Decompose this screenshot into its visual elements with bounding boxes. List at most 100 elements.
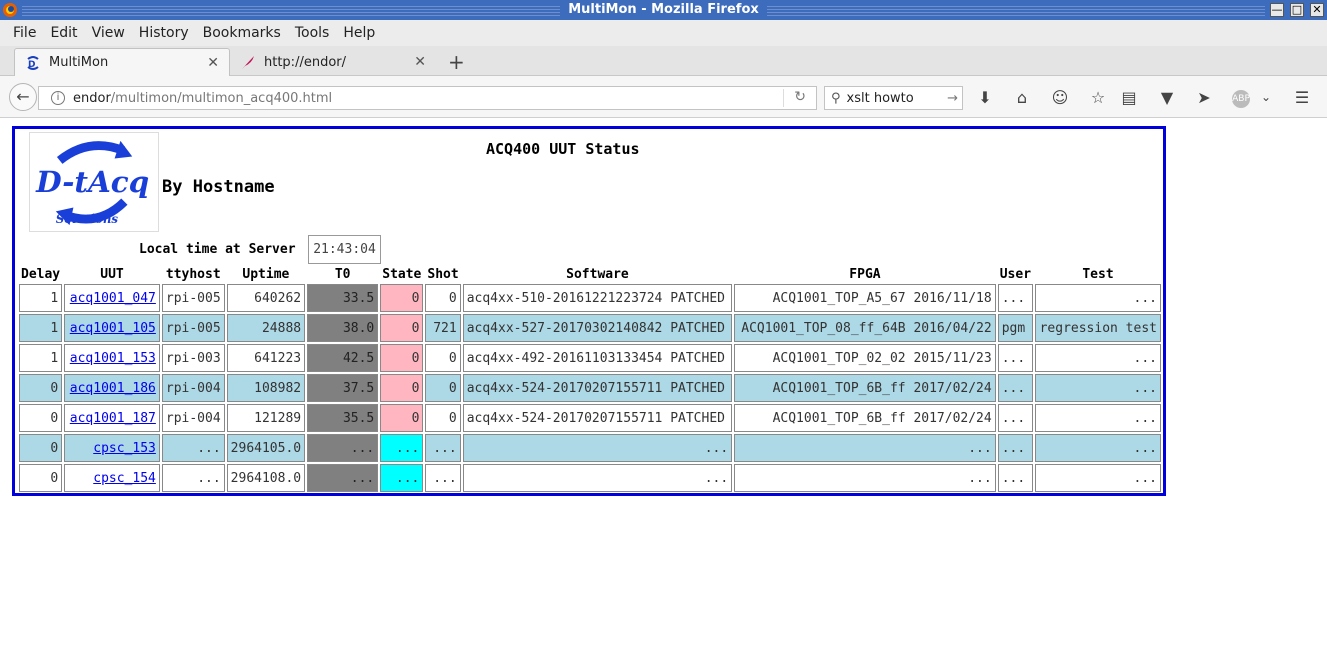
t0-cell: 35.5 <box>307 404 379 432</box>
status-panel: D-tAcq Solutions ACQ400 UUT Status By Ho… <box>12 126 1166 496</box>
user-cell: ... <box>997 434 1034 462</box>
col-uptime: Uptime <box>242 267 290 282</box>
shot-cell: 0 <box>425 404 461 432</box>
go-arrow-icon[interactable]: → <box>947 91 958 106</box>
software-cell: ... <box>462 434 733 462</box>
close-icon[interactable]: ✕ <box>1310 3 1324 17</box>
chat-icon[interactable]: ☺ <box>1050 88 1070 107</box>
uut-link[interactable]: cpsc_153 <box>93 441 156 456</box>
menu-edit[interactable]: Edit <box>50 25 77 41</box>
test-cell: ... <box>1035 344 1161 372</box>
uut-link[interactable]: acq1001_186 <box>70 381 156 396</box>
table-header-row: Delay UUT ttyhost Uptime T0 State Shot S… <box>19 268 1161 282</box>
search-bar[interactable]: ⚲ xslt howto → <box>824 86 963 110</box>
fpga-cell: ... <box>734 464 996 492</box>
chevron-down-icon[interactable]: ⌄ <box>1256 90 1276 104</box>
uut-cell: cpsc_154 <box>64 464 160 492</box>
menu-file[interactable]: File <box>13 25 36 41</box>
software-cell: ... <box>462 464 733 492</box>
page-subtitle: By Hostname <box>162 177 275 197</box>
uut-link[interactable]: cpsc_154 <box>93 471 156 486</box>
ttyhost-cell: rpi-005 <box>161 284 225 312</box>
state-cell: 0 <box>380 314 424 342</box>
state-cell: 0 <box>380 404 424 432</box>
back-arrow-icon[interactable]: ← <box>9 83 37 111</box>
software-cell: acq4xx-524-20170207155711 PATCHED <box>462 374 733 402</box>
url-bar[interactable]: i endor/multimon/multimon_acq400.html ↻ <box>38 86 817 110</box>
fpga-cell: ACQ1001_TOP_6B_ff 2017/02/24 <box>734 374 996 402</box>
uut-link[interactable]: acq1001_153 <box>70 351 156 366</box>
menu-bar: File Edit View History Bookmarks Tools H… <box>0 20 1327 46</box>
ttyhost-cell: rpi-004 <box>161 404 225 432</box>
close-tab-icon[interactable]: ✕ <box>414 54 426 70</box>
state-cell: 0 <box>380 374 424 402</box>
ttyhost-cell: rpi-003 <box>161 344 225 372</box>
state-cell: ... <box>380 464 424 492</box>
menu-bookmarks[interactable]: Bookmarks <box>203 25 281 41</box>
pocket-icon[interactable]: ▼ <box>1157 88 1177 107</box>
col-uut: UUT <box>100 267 124 282</box>
tab-multimon[interactable]: D MultiMon ✕ <box>14 48 230 76</box>
page-content: D-tAcq Solutions ACQ400 UUT Status By Ho… <box>0 118 1327 655</box>
user-cell: ... <box>997 404 1034 432</box>
menu-icon[interactable]: ☰ <box>1292 88 1312 107</box>
star-icon[interactable]: ☆ <box>1088 88 1108 107</box>
search-input[interactable]: xslt howto <box>847 91 914 106</box>
local-time-value: 21:43:04 <box>308 235 381 264</box>
adblock-icon[interactable]: ABP <box>1232 90 1250 108</box>
delay-cell: 0 <box>19 404 63 432</box>
new-tab-button[interactable]: + <box>448 50 465 74</box>
menu-history[interactable]: History <box>139 25 189 41</box>
downloads-icon[interactable]: ⬇ <box>975 88 995 107</box>
ttyhost-cell: rpi-005 <box>161 314 225 342</box>
table-row: 0 acq1001_186 rpi-004 108982 37.5 0 0 ac… <box>19 374 1161 402</box>
ttyhost-cell: ... <box>161 464 225 492</box>
uptime-cell: 640262 <box>226 284 306 312</box>
user-cell: ... <box>997 374 1034 402</box>
user-cell: pgm <box>997 314 1034 342</box>
uut-link[interactable]: acq1001_047 <box>70 291 156 306</box>
test-cell: regression test <box>1035 314 1161 342</box>
user-cell: ... <box>997 464 1034 492</box>
uptime-cell: 24888 <box>226 314 306 342</box>
table-row: 1 acq1001_105 rpi-005 24888 38.0 0 721 a… <box>19 314 1161 342</box>
uut-cell: acq1001_187 <box>64 404 160 432</box>
info-icon[interactable]: i <box>51 91 65 105</box>
multimon-tab-icon: D <box>27 55 39 70</box>
state-cell: 0 <box>380 284 424 312</box>
shot-cell: ... <box>425 464 461 492</box>
delay-cell: 1 <box>19 314 63 342</box>
table-row: 0 cpsc_153 ... 2964105.0 ... ... ... ...… <box>19 434 1161 462</box>
menu-view[interactable]: View <box>92 25 125 41</box>
uut-link[interactable]: acq1001_105 <box>70 321 156 336</box>
home-icon[interactable]: ⌂ <box>1012 88 1032 107</box>
fpga-cell: ACQ1001_TOP_02_02 2015/11/23 <box>734 344 996 372</box>
shot-cell: 0 <box>425 374 461 402</box>
state-cell: 0 <box>380 344 424 372</box>
minimize-icon[interactable]: — <box>1270 3 1284 17</box>
url-host: endor <box>73 90 111 106</box>
col-software: Software <box>566 267 629 282</box>
menu-help[interactable]: Help <box>343 25 375 41</box>
shot-cell: 0 <box>425 284 461 312</box>
uptime-cell: 121289 <box>226 404 306 432</box>
tab-bar: D MultiMon ✕ http://endor/ ✕ + <box>0 46 1327 76</box>
reader-icon[interactable]: ▤ <box>1119 88 1139 107</box>
d-tacq-logo: D-tAcq Solutions <box>29 132 159 232</box>
send-icon[interactable]: ➤ <box>1194 88 1214 107</box>
menu-tools[interactable]: Tools <box>295 25 330 41</box>
page-title: ACQ400 UUT Status <box>486 140 640 158</box>
test-cell: ... <box>1035 464 1161 492</box>
table-row: 0 acq1001_187 rpi-004 121289 35.5 0 0 ac… <box>19 404 1161 432</box>
fpga-cell: ... <box>734 434 996 462</box>
reload-icon[interactable]: ↻ <box>794 89 806 105</box>
table-row: 1 acq1001_047 rpi-005 640262 33.5 0 0 ac… <box>19 284 1161 312</box>
tab-endor[interactable]: http://endor/ ✕ <box>230 48 436 76</box>
shot-cell: 721 <box>425 314 461 342</box>
close-tab-icon[interactable]: ✕ <box>207 55 219 71</box>
maximize-icon[interactable]: □ <box>1290 3 1304 17</box>
uut-link[interactable]: acq1001_187 <box>70 411 156 426</box>
fpga-cell: ACQ1001_TOP_A5_67 2016/11/18 <box>734 284 996 312</box>
state-cell: ... <box>380 434 424 462</box>
fpga-cell: ACQ1001_TOP_6B_ff 2017/02/24 <box>734 404 996 432</box>
